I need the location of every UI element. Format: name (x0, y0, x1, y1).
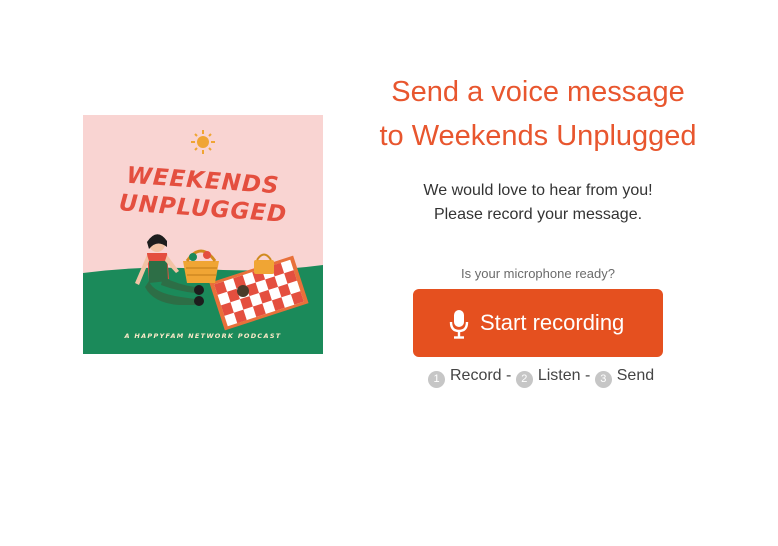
podcast-cover-image: WEEKENDS UNPLUGGED A HAPPYFAM NETWORK PO… (83, 115, 323, 354)
intro-line2: Please record your message. (433, 206, 643, 223)
start-recording-label: Start recording (480, 310, 625, 335)
microphone-icon (449, 310, 469, 339)
recording-steps: 1 Record - 2 Listen - 3 Send (428, 366, 655, 388)
microphone-ready-prompt: Is your microphone ready? (461, 266, 615, 281)
cover-tagline: A HAPPYFAM NETWORK PODCAST (124, 332, 282, 340)
cover-illustration (83, 130, 323, 354)
page-title-line1: Send a voice message (391, 76, 685, 108)
intro-line1: We would love to hear from you! (423, 182, 653, 199)
step-separator: - (584, 367, 591, 384)
step-1-label: Record (450, 367, 502, 384)
step-3-label: Send (616, 367, 655, 384)
start-recording-button[interactable]: Start recording (413, 289, 663, 357)
step-1-number-badge: 1 (428, 371, 445, 388)
page-title-line2: to Weekends Unplugged (379, 120, 697, 152)
step-separator: - (506, 367, 512, 384)
step-2-label: Listen (537, 367, 581, 384)
step-3-number-badge: 3 (594, 371, 612, 388)
sun-icon (191, 130, 215, 154)
step-2-number-badge: 2 (515, 371, 533, 388)
